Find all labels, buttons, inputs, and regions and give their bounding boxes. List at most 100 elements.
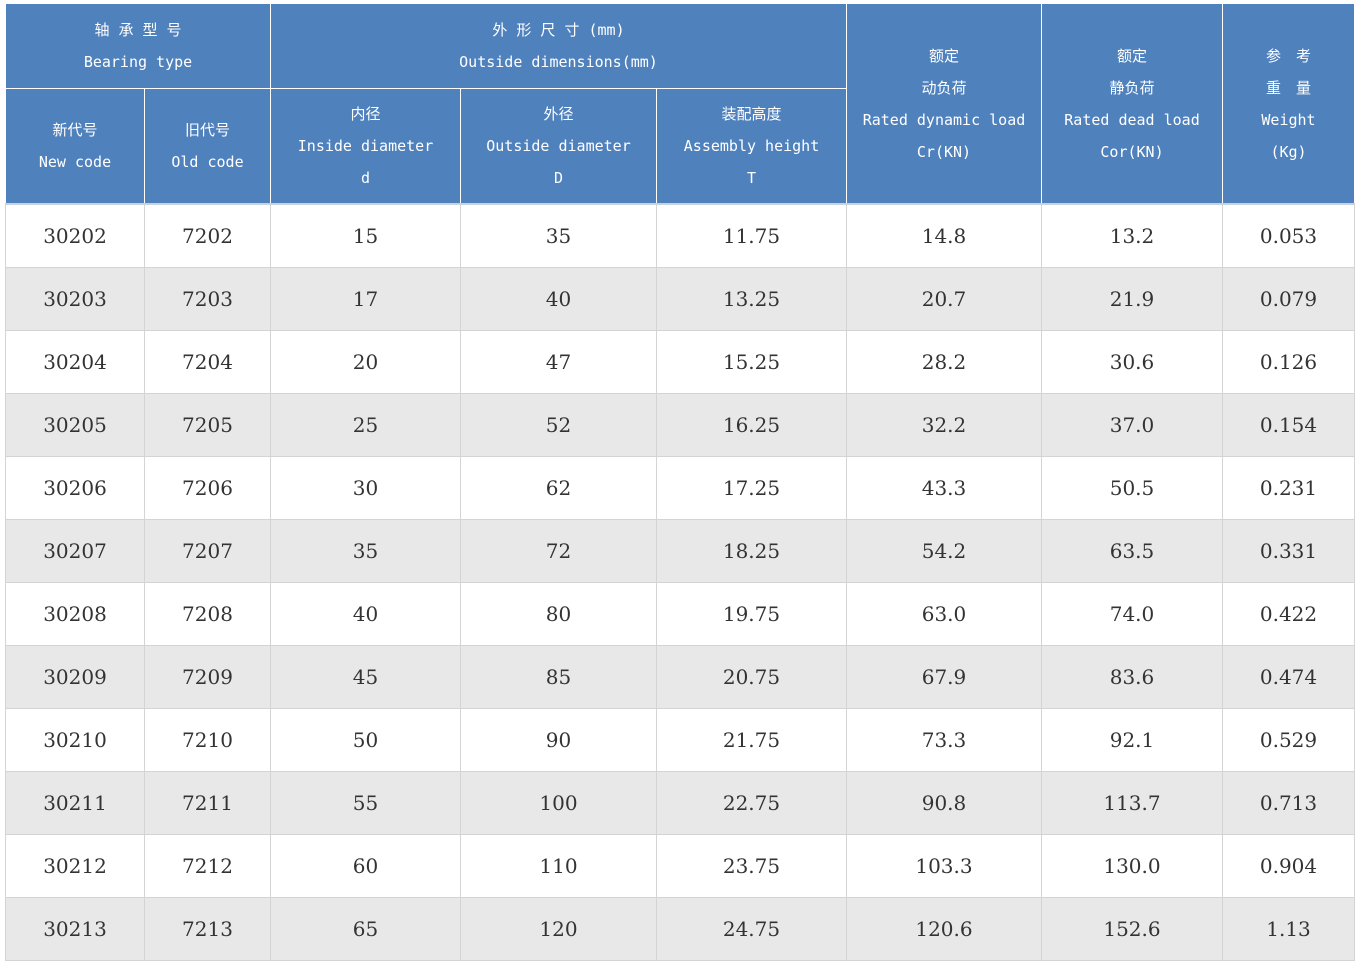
cell-outside-diameter: 85 [460,645,657,709]
header-dynamic-load: 额定 动负荷 Rated dynamic load Cr(KN) [846,3,1042,205]
table-row: 30210 7210 50 90 21.75 73.3 92.1 0.529 [5,708,1355,772]
header-outside-diameter: 外径 Outside diameter D [460,88,657,205]
cell-outside-diameter: 72 [460,519,657,583]
cell-inside-diameter: 40 [270,582,461,646]
table-row: 30206 7206 30 62 17.25 43.3 50.5 0.231 [5,456,1355,520]
cell-inside-diameter: 17 [270,267,461,331]
header-assembly-height-en: Assembly height [683,137,820,155]
cell-dead-load: 13.2 [1041,203,1223,268]
cell-assembly-height: 20.75 [656,645,847,709]
header-dead-load-cn: 额定 [1116,46,1147,65]
cell-new-code: 30211 [5,771,145,835]
cell-old-code: 7208 [144,582,271,646]
header-inside-diameter: 内径 Inside diameter d [270,88,461,205]
header-outside-dimensions: 外 形 尺 寸 (mm) Outside dimensions(mm) [270,3,847,89]
cell-assembly-height: 21.75 [656,708,847,772]
cell-weight: 0.529 [1222,708,1355,772]
cell-old-code: 7206 [144,456,271,520]
cell-new-code: 30212 [5,834,145,898]
cell-outside-diameter: 62 [460,456,657,520]
cell-outside-diameter: 40 [460,267,657,331]
cell-weight: 0.079 [1222,267,1355,331]
cell-dead-load: 21.9 [1041,267,1223,331]
cell-weight: 0.126 [1222,330,1355,394]
cell-old-code: 7209 [144,645,271,709]
cell-dead-load: 152.6 [1041,897,1223,961]
cell-assembly-height: 13.25 [656,267,847,331]
cell-dynamic-load: 120.6 [846,897,1042,961]
cell-dynamic-load: 90.8 [846,771,1042,835]
cell-inside-diameter: 30 [270,456,461,520]
cell-dynamic-load: 20.7 [846,267,1042,331]
cell-new-code: 30204 [5,330,145,394]
header-dynamic-load-en: Rated dynamic load [862,110,1026,129]
cell-new-code: 30206 [5,456,145,520]
table-row: 30207 7207 35 72 18.25 54.2 63.5 0.331 [5,519,1355,583]
cell-old-code: 7211 [144,771,271,835]
header-assembly-height-cn: 装配高度 [721,105,782,123]
table-row: 30212 7212 60 110 23.75 103.3 130.0 0.90… [5,834,1355,898]
cell-new-code: 30213 [5,897,145,961]
cell-dynamic-load: 43.3 [846,456,1042,520]
cell-new-code: 30207 [5,519,145,583]
table-body: 30202 7202 15 35 11.75 14.8 13.2 0.053 3… [5,203,1355,961]
header-new-code-en: New code [38,153,112,171]
cell-old-code: 7207 [144,519,271,583]
table-row: 30211 7211 55 100 22.75 90.8 113.7 0.713 [5,771,1355,835]
cell-old-code: 7213 [144,897,271,961]
header-old-code: 旧代号 Old code [144,88,271,205]
header-weight-unit: (Kg) [1270,142,1307,161]
cell-outside-diameter: 80 [460,582,657,646]
header-bearing-type: 轴 承 型 号 Bearing type [5,3,271,89]
header-row-top: 轴 承 型 号 Bearing type 外 形 尺 寸 (mm) Outsid… [5,3,1355,205]
header-new-code: 新代号 New code [5,88,145,205]
header-weight-cn: 参 考 [1265,46,1311,65]
cell-inside-diameter: 65 [270,897,461,961]
cell-dynamic-load: 67.9 [846,645,1042,709]
cell-assembly-height: 11.75 [656,203,847,268]
cell-dynamic-load: 73.3 [846,708,1042,772]
cell-dynamic-load: 103.3 [846,834,1042,898]
cell-weight: 0.422 [1222,582,1355,646]
table-row: 30202 7202 15 35 11.75 14.8 13.2 0.053 [5,203,1355,268]
cell-dynamic-load: 32.2 [846,393,1042,457]
cell-dynamic-load: 63.0 [846,582,1042,646]
header-dead-load-cn2: 静负荷 [1109,78,1155,97]
cell-assembly-height: 15.25 [656,330,847,394]
cell-old-code: 7210 [144,708,271,772]
header-dead-load: 额定 静负荷 Rated dead load Cor(KN) [1041,3,1223,205]
cell-dead-load: 130.0 [1041,834,1223,898]
cell-inside-diameter: 55 [270,771,461,835]
header-inside-diameter-cn: 内径 [350,105,381,123]
cell-assembly-height: 16.25 [656,393,847,457]
cell-dead-load: 113.7 [1041,771,1223,835]
cell-dead-load: 83.6 [1041,645,1223,709]
cell-new-code: 30205 [5,393,145,457]
cell-weight: 0.713 [1222,771,1355,835]
cell-inside-diameter: 35 [270,519,461,583]
header-weight-en: Weight [1261,110,1316,129]
table-header: 轴 承 型 号 Bearing type 外 形 尺 寸 (mm) Outsid… [5,3,1355,205]
cell-inside-diameter: 25 [270,393,461,457]
cell-dynamic-load: 54.2 [846,519,1042,583]
header-outside-diameter-en: Outside diameter [486,137,631,155]
cell-new-code: 30208 [5,582,145,646]
cell-weight: 0.904 [1222,834,1355,898]
cell-assembly-height: 23.75 [656,834,847,898]
cell-outside-diameter: 100 [460,771,657,835]
header-outside-diameter-sym: D [553,169,564,187]
cell-outside-diameter: 47 [460,330,657,394]
header-dead-load-en: Rated dead load [1064,110,1200,129]
cell-outside-diameter: 120 [460,897,657,961]
header-weight: 参 考 重 量 Weight (Kg) [1222,3,1355,205]
cell-old-code: 7202 [144,203,271,268]
header-bearing-type-cn: 轴 承 型 号 [94,21,182,39]
header-inside-diameter-sym: d [360,169,371,187]
header-assembly-height-sym: T [746,169,757,187]
cell-outside-diameter: 52 [460,393,657,457]
header-weight-cn2: 重 量 [1265,78,1311,97]
header-outside-dimensions-cn: 外 形 尺 寸 (mm) [492,21,625,39]
header-dynamic-load-unit: Cr(KN) [916,142,972,161]
cell-inside-diameter: 45 [270,645,461,709]
table-row: 30209 7209 45 85 20.75 67.9 83.6 0.474 [5,645,1355,709]
